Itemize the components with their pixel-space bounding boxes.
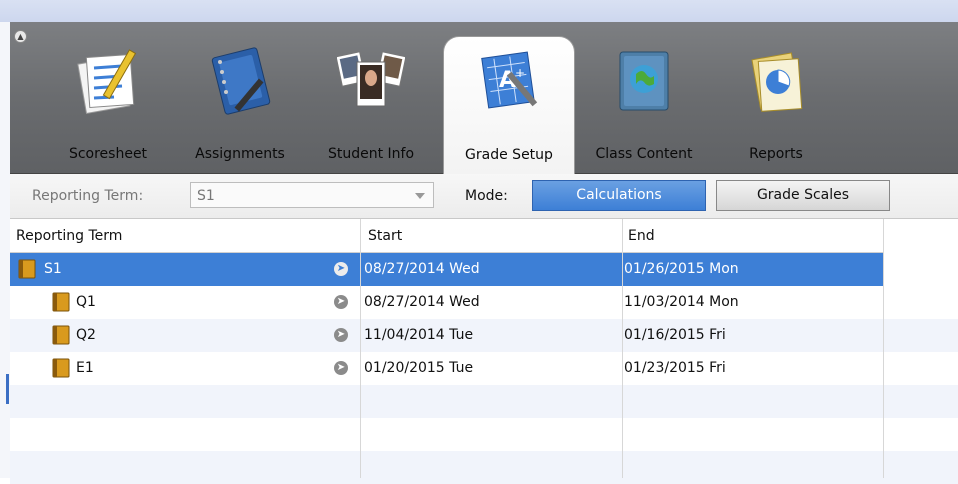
arrow-right-icon[interactable]: ➤ (334, 328, 348, 342)
table-row-q2[interactable]: Q2 ➤ 11/04/2014 Tue 01/16/2015 Fri (10, 319, 958, 352)
empty-row (10, 451, 958, 484)
start-date: 11/04/2014 Tue (364, 327, 474, 343)
column-divider (360, 219, 361, 478)
tab-label: Class Content (595, 146, 693, 162)
arrow-right-icon[interactable]: ➤ (334, 361, 348, 375)
collapse-toolbar-button[interactable]: ▲ (14, 30, 27, 43)
mode-label: Mode: (465, 188, 508, 204)
column-header-end[interactable]: End (628, 228, 655, 244)
column-header-reporting-term[interactable]: Reporting Term (16, 228, 122, 244)
chevron-down-icon (415, 193, 425, 199)
reporting-terms-table: Q2 ➤ 11/04/2014 Tue 01/16/2015 Fri S1 ➤ … (10, 219, 958, 484)
end-date: 01/23/2015 Fri (624, 360, 726, 376)
reporting-term-label: Reporting Term: (32, 188, 144, 204)
arrow-right-icon[interactable]: ➤ (334, 295, 348, 309)
reporting-term-select[interactable]: S1 (190, 182, 434, 208)
reporting-term-value: S1 (197, 188, 215, 204)
tab-class-content[interactable]: Class Content (582, 22, 706, 173)
tab-reports[interactable]: Reports (716, 22, 836, 173)
scoresheet-icon (77, 49, 137, 115)
left-edge-marker (6, 374, 9, 404)
column-header-start[interactable]: Start (368, 228, 402, 244)
term-book-icon (18, 259, 36, 279)
calculations-button[interactable]: Calculations (532, 180, 706, 211)
grade-scales-button[interactable]: Grade Scales (716, 180, 890, 211)
start-date: 01/20/2015 Tue (364, 360, 474, 376)
student-photos-icon (337, 51, 405, 107)
window-top-strip (0, 0, 958, 23)
tab-label: Student Info (327, 146, 415, 162)
module-toolbar: ▲ Scoresheet Assignments Student Info A … (10, 22, 958, 174)
class-content-globe-book-icon (619, 51, 669, 111)
tab-label: Grade Setup (465, 147, 553, 163)
term-book-icon (52, 325, 70, 345)
table-header: Reporting Term Start End (10, 219, 883, 253)
tab-label: Scoresheet (68, 146, 148, 162)
term-name: Q1 (76, 294, 96, 310)
mode-bar: Reporting Term: S1 Mode: Calculations Gr… (10, 174, 958, 219)
empty-row (10, 385, 958, 418)
term-name: S1 (44, 261, 62, 277)
table-row-s1[interactable]: S1 ➤ 08/27/2014 Wed 01/26/2015 Mon (10, 253, 883, 286)
arrow-right-icon[interactable]: ➤ (334, 262, 348, 276)
tab-assignments[interactable]: Assignments (180, 22, 300, 173)
tab-grade-setup[interactable]: A + Grade Setup (443, 36, 575, 174)
tab-scoresheet[interactable]: Scoresheet (48, 22, 168, 173)
column-divider (622, 219, 623, 478)
tab-label: Assignments (195, 146, 285, 162)
end-date: 01/26/2015 Mon (624, 261, 739, 277)
term-name: E1 (76, 360, 94, 376)
reports-pie-chart-icon (751, 52, 803, 112)
assignments-notebook-icon (211, 47, 271, 115)
column-divider (883, 219, 884, 478)
term-book-icon (52, 292, 70, 312)
table-row-e1[interactable]: E1 ➤ 01/20/2015 Tue 01/23/2015 Fri (10, 352, 958, 385)
tab-label: Reports (749, 146, 803, 162)
grade-setup-blueprint-icon: A + (481, 51, 538, 109)
term-book-icon (52, 358, 70, 378)
start-date: 08/27/2014 Wed (364, 294, 480, 310)
end-date: 01/16/2015 Fri (624, 327, 726, 343)
table-row-q1[interactable]: Q1 ➤ 08/27/2014 Wed 11/03/2014 Mon (10, 286, 958, 319)
tab-student-info[interactable]: Student Info (312, 22, 430, 173)
end-date: 11/03/2014 Mon (624, 294, 739, 310)
term-name: Q2 (76, 327, 96, 343)
start-date: 08/27/2014 Wed (364, 261, 480, 277)
